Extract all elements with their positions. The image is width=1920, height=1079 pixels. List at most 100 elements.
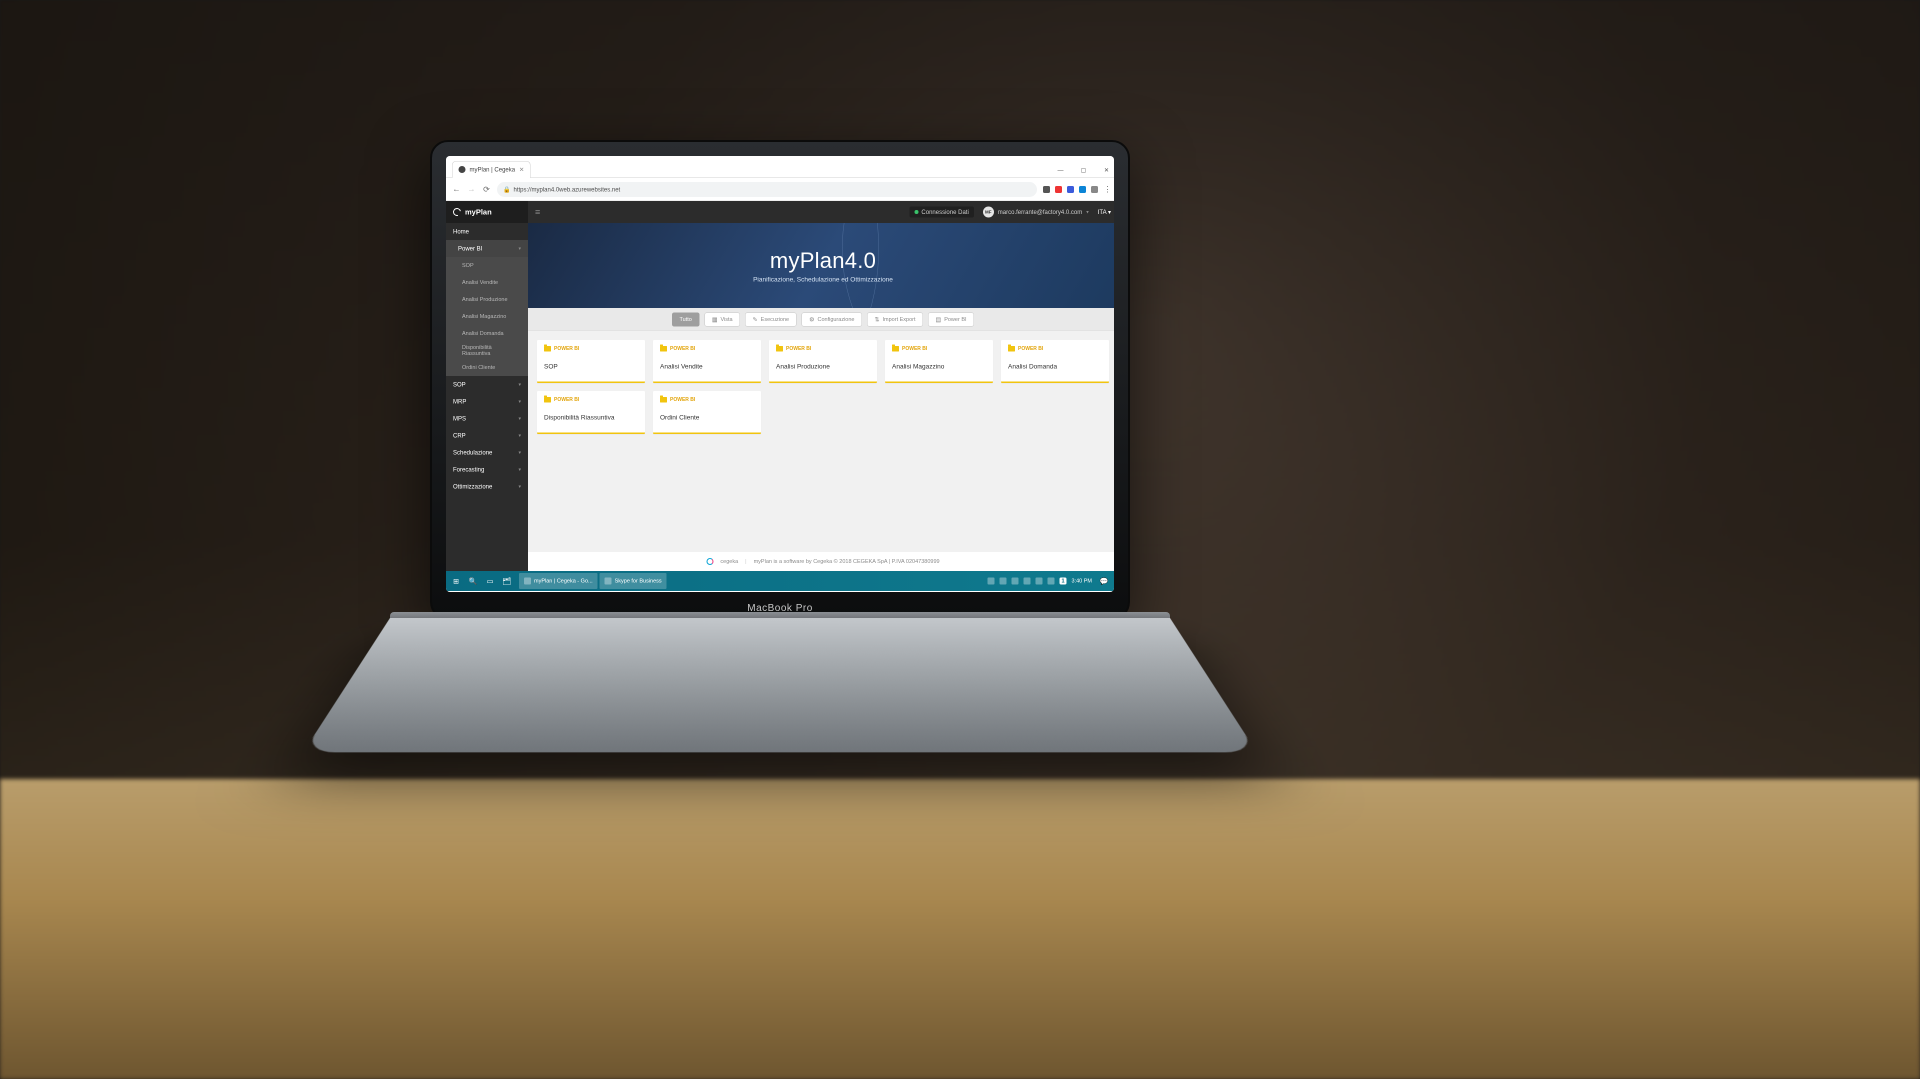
tab-close-icon[interactable]: ✕ [519,166,524,173]
module-card[interactable]: POWER BIAnalisi Magazzino [885,340,993,383]
card-tag-label: POWER BI [1018,346,1043,352]
window-close-button[interactable]: ✕ [1095,163,1114,178]
filter-button[interactable]: ✎Esecuzione [745,312,796,326]
card-grid: POWER BISOPPOWER BIAnalisi VenditePOWER … [528,331,1114,551]
connection-status[interactable]: Connessione Dati [909,207,973,218]
module-card[interactable]: POWER BISOP [537,340,645,383]
sidebar-item[interactable]: Forecasting▾ [446,461,528,478]
window-maximize-button[interactable]: ▢ [1072,163,1095,178]
sidebar-item[interactable]: CRP▾ [446,427,528,444]
browser-menu-icon[interactable]: ⋮ [1103,184,1112,194]
user-menu[interactable]: MF marco.ferrante@factory4.0.com ▾ [983,207,1089,218]
filter-label: Configurazione [817,316,854,322]
folder-icon [1008,346,1015,352]
windows-taskbar: ⊞ 🔍 ▭ 🗂 myPlan | Cegeka - Go... Skype for… [446,571,1114,591]
card-tag-label: POWER BI [554,346,579,352]
taskbar-task[interactable]: Skype for Business [600,573,667,589]
browser-tab[interactable]: myPlan | Cegeka ✕ [452,161,531,178]
sidebar-item[interactable]: SOP▾ [446,376,528,393]
module-card[interactable]: POWER BIOrdini Cliente [653,391,761,434]
task-view-icon[interactable]: ▭ [483,574,497,588]
footer-logo-icon [706,558,713,565]
nav-back-icon[interactable]: ← [452,185,461,194]
tab-title: myPlan | Cegeka [470,166,516,173]
sidebar-item[interactable]: Ottimizzazione▾ [446,478,528,495]
task-icon [605,578,612,585]
sidebar-item[interactable]: SOP [446,257,528,274]
extension-icon[interactable] [1091,186,1098,193]
filter-button[interactable]: ⇅Import Export [867,312,923,326]
sidebar-item[interactable]: Analisi Domanda [446,325,528,342]
extension-icon[interactable] [1079,186,1086,193]
search-icon[interactable]: 🔍 [466,574,480,588]
browser-toolbar: ← → ⟳ 🔒 https://myplan4.0web.azurewebsit… [446,178,1114,201]
sidebar-item-label: SOP [453,381,466,388]
taskbar-clock[interactable]: 3:40 PM [1072,578,1092,584]
module-card[interactable]: POWER BIDisponibilità Riassuntiva [537,391,645,434]
sidebar-item-label: Analisi Magazzino [462,314,506,320]
menu-toggle-icon[interactable]: ≡ [535,207,540,218]
filter-button[interactable]: ⚙Configurazione [802,312,862,326]
task-label: myPlan | Cegeka - Go... [534,578,593,584]
sidebar-item[interactable]: MPS▾ [446,410,528,427]
sidebar-item-label: Analisi Produzione [462,297,508,303]
sidebar-item[interactable]: Ordini Cliente [446,359,528,376]
tray-icon[interactable] [999,578,1006,585]
card-tag: POWER BI [660,397,754,403]
tray-icon[interactable] [1047,578,1054,585]
taskbar-notification-badge[interactable]: 1 [1059,578,1066,585]
nav-forward-icon[interactable]: → [467,185,476,194]
module-card[interactable]: POWER BI Analisi Domanda [1001,340,1109,383]
start-button[interactable]: ⊞ [449,574,463,588]
sidebar-item[interactable]: Schedulazione▾ [446,444,528,461]
address-bar[interactable]: 🔒 https://myplan4.0web.azurewebsites.net [497,182,1037,197]
hero-title: myPlan4.0 [770,248,876,273]
sidebar-item[interactable]: Analisi Produzione [446,291,528,308]
tray-icon[interactable] [1035,578,1042,585]
folder-icon [544,397,551,403]
taskbar-task[interactable]: myPlan | Cegeka - Go... [519,573,598,589]
explorer-icon[interactable]: 🗂 [500,574,514,588]
tray-icon[interactable] [987,578,994,585]
window-minimize-button[interactable]: — [1049,163,1072,178]
task-label: Skype for Business [615,578,662,584]
sidebar-item[interactable]: Power BI▾ [446,240,528,257]
filter-button[interactable]: ▦Vista [704,312,740,326]
module-card[interactable]: POWER BIAnalisi Produzione [769,340,877,383]
footer-brand: cegeka [720,558,738,564]
sidebar: myPlan HomePower BI▾SOPAnalisi VenditeAn… [446,201,528,571]
sidebar-item[interactable]: Home [446,223,528,240]
folder-icon [544,346,551,352]
filter-button[interactable]: ▤Power BI [928,312,974,326]
sidebar-item[interactable]: Disponibilità Riassuntiva [446,342,528,359]
chevron-down-icon: ▾ [518,399,521,405]
chevron-down-icon: ▾ [1086,209,1089,215]
action-center-icon[interactable]: 💬 [1097,574,1111,588]
folder-icon [776,346,783,352]
brand-text: myPlan [465,208,492,217]
extension-icon[interactable] [1043,186,1050,193]
sidebar-item-label: Disponibilità Riassuntiva [462,345,521,357]
card-tag-label: POWER BI [670,397,695,403]
sidebar-item-label: Ottimizzazione [453,483,492,490]
filter-icon: ▤ [936,316,942,323]
extension-icon[interactable] [1055,186,1062,193]
nav-reload-icon[interactable]: ⟳ [482,184,491,194]
sidebar-item[interactable]: Analisi Vendite [446,274,528,291]
filter-button[interactable]: Tutto [672,312,699,326]
module-card[interactable]: POWER BIAnalisi Vendite [653,340,761,383]
tray-icon[interactable] [1023,578,1030,585]
window-controls: — ▢ ✕ [1049,163,1114,178]
language-switcher[interactable]: ITA ▾ [1098,209,1111,216]
tab-favicon [459,166,466,173]
sidebar-item[interactable]: MRP▾ [446,393,528,410]
system-tray: 1 3:40 PM 💬 [987,574,1114,588]
filter-icon: ⚙ [809,316,814,323]
laptop-keyboard [303,618,1257,752]
tray-icon[interactable] [1011,578,1018,585]
extension-icon[interactable] [1067,186,1074,193]
card-title: Analisi Domanda [1008,363,1102,371]
sidebar-item[interactable]: Analisi Magazzino [446,308,528,325]
app-brand[interactable]: myPlan [446,201,528,223]
task-icon [524,578,531,585]
